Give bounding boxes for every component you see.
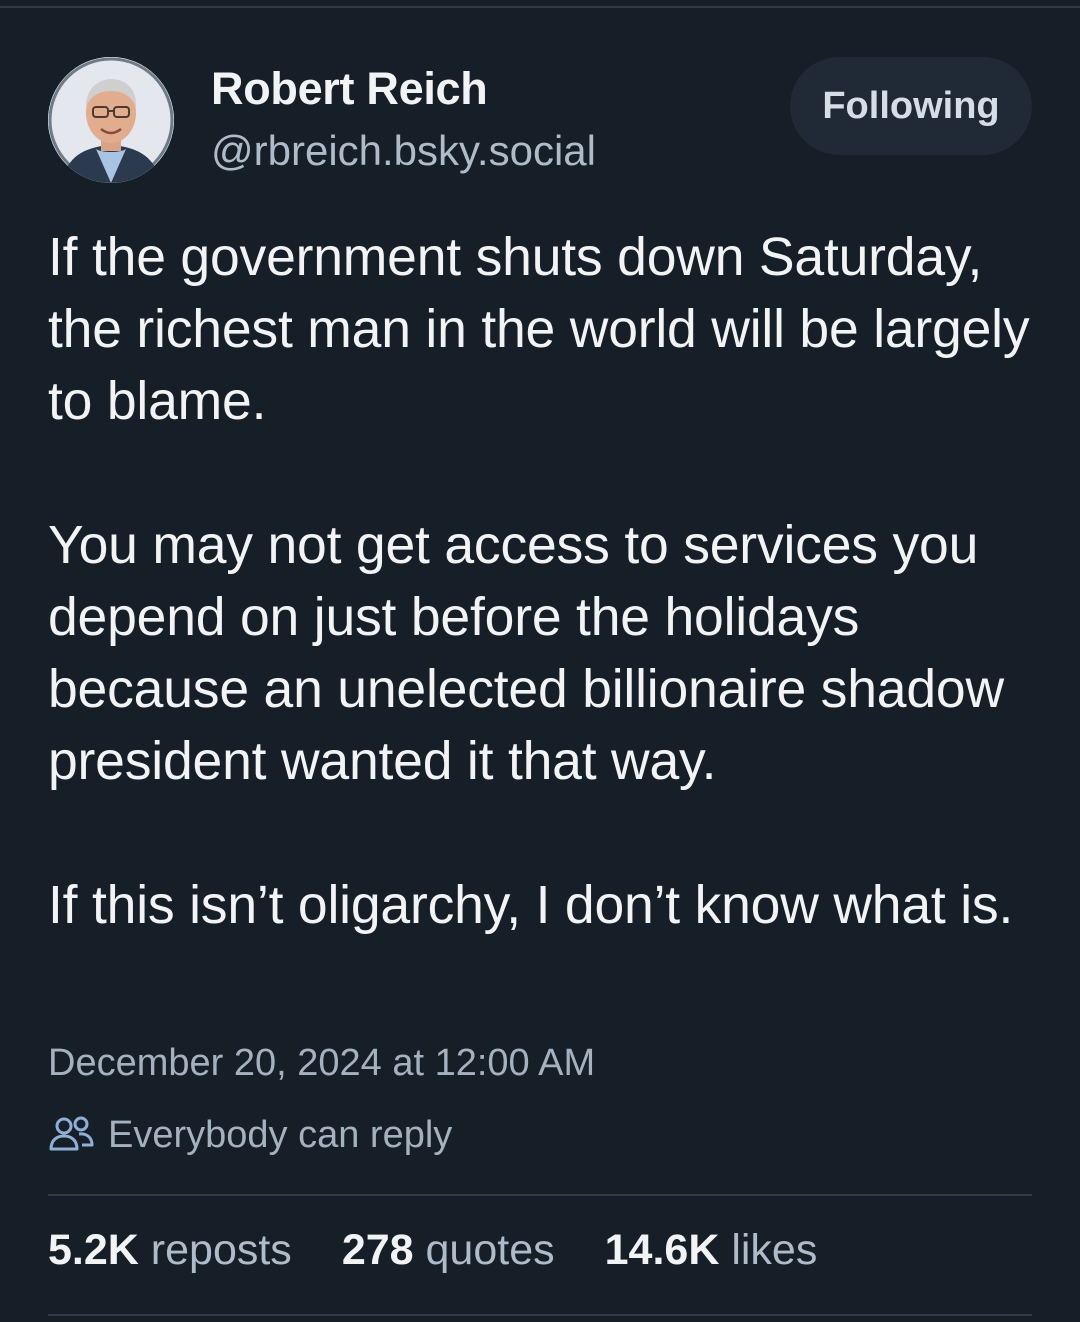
reply-setting-label: Everybody can reply [108,1113,453,1156]
avatar[interactable] [48,57,174,183]
post-text: If the government shuts down Saturday, t… [48,222,1038,942]
people-icon [49,1116,94,1151]
stats-bottom-divider [48,1314,1032,1316]
top-divider [0,0,1080,8]
reply-setting: Everybody can reply [48,1110,452,1160]
avatar-portrait-icon [48,57,174,183]
stats-top-divider [48,1194,1032,1196]
following-button[interactable]: Following [790,57,1032,155]
author-handle[interactable]: @rbreich.bsky.social [211,127,596,175]
engagement-stats: 5.2K reposts 278 quotes 14.6K likes [48,1226,867,1275]
reposts-stat[interactable]: 5.2K reposts [48,1226,292,1275]
quotes-label: quotes [425,1226,555,1274]
likes-stat[interactable]: 14.6K likes [605,1226,818,1275]
likes-count: 14.6K [604,1226,720,1274]
author-display-name[interactable]: Robert Reich [211,63,488,115]
reposts-label: reposts [150,1226,292,1274]
likes-label: likes [731,1226,818,1274]
reposts-count: 5.2K [48,1226,139,1274]
post-timestamp: December 20, 2024 at 12:00 AM [48,1042,596,1084]
quotes-stat[interactable]: 278 quotes [342,1226,555,1275]
post-header: Robert Reich @rbreich.bsky.social Follow… [48,57,1032,185]
post-paragraph: You may not get access to services you d… [48,516,1004,791]
quotes-count: 278 [341,1226,414,1274]
post-paragraph: If the government shuts down Saturday, t… [48,228,1030,431]
post-paragraph: If this isn’t oligarchy, I don’t know wh… [48,876,1014,935]
